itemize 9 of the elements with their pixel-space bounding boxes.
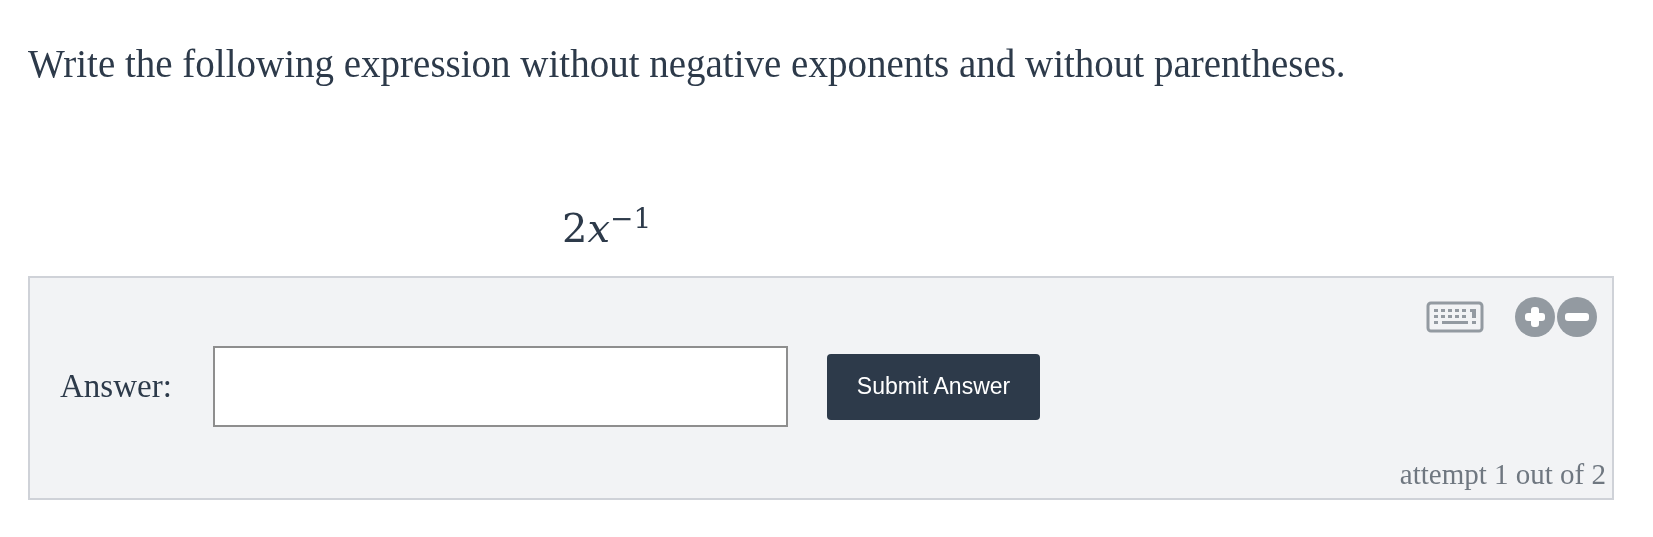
question-text: Write the following expression without negative exponents and without parentheses.: [28, 41, 1346, 88]
keyboard-icon[interactable]: [1426, 301, 1484, 333]
math-expression: 2x$^{−1}$: [562, 208, 652, 248]
answer-label: Answer:: [60, 366, 173, 406]
submit-button[interactable]: Submit Answer: [827, 353, 1040, 420]
zoom-in-icon[interactable]: [1514, 296, 1556, 338]
answer-field[interactable]: [213, 346, 788, 427]
attempt-counter: attempt 1 out of 2: [1399, 456, 1606, 492]
zoom-out-icon[interactable]: [1556, 296, 1598, 338]
